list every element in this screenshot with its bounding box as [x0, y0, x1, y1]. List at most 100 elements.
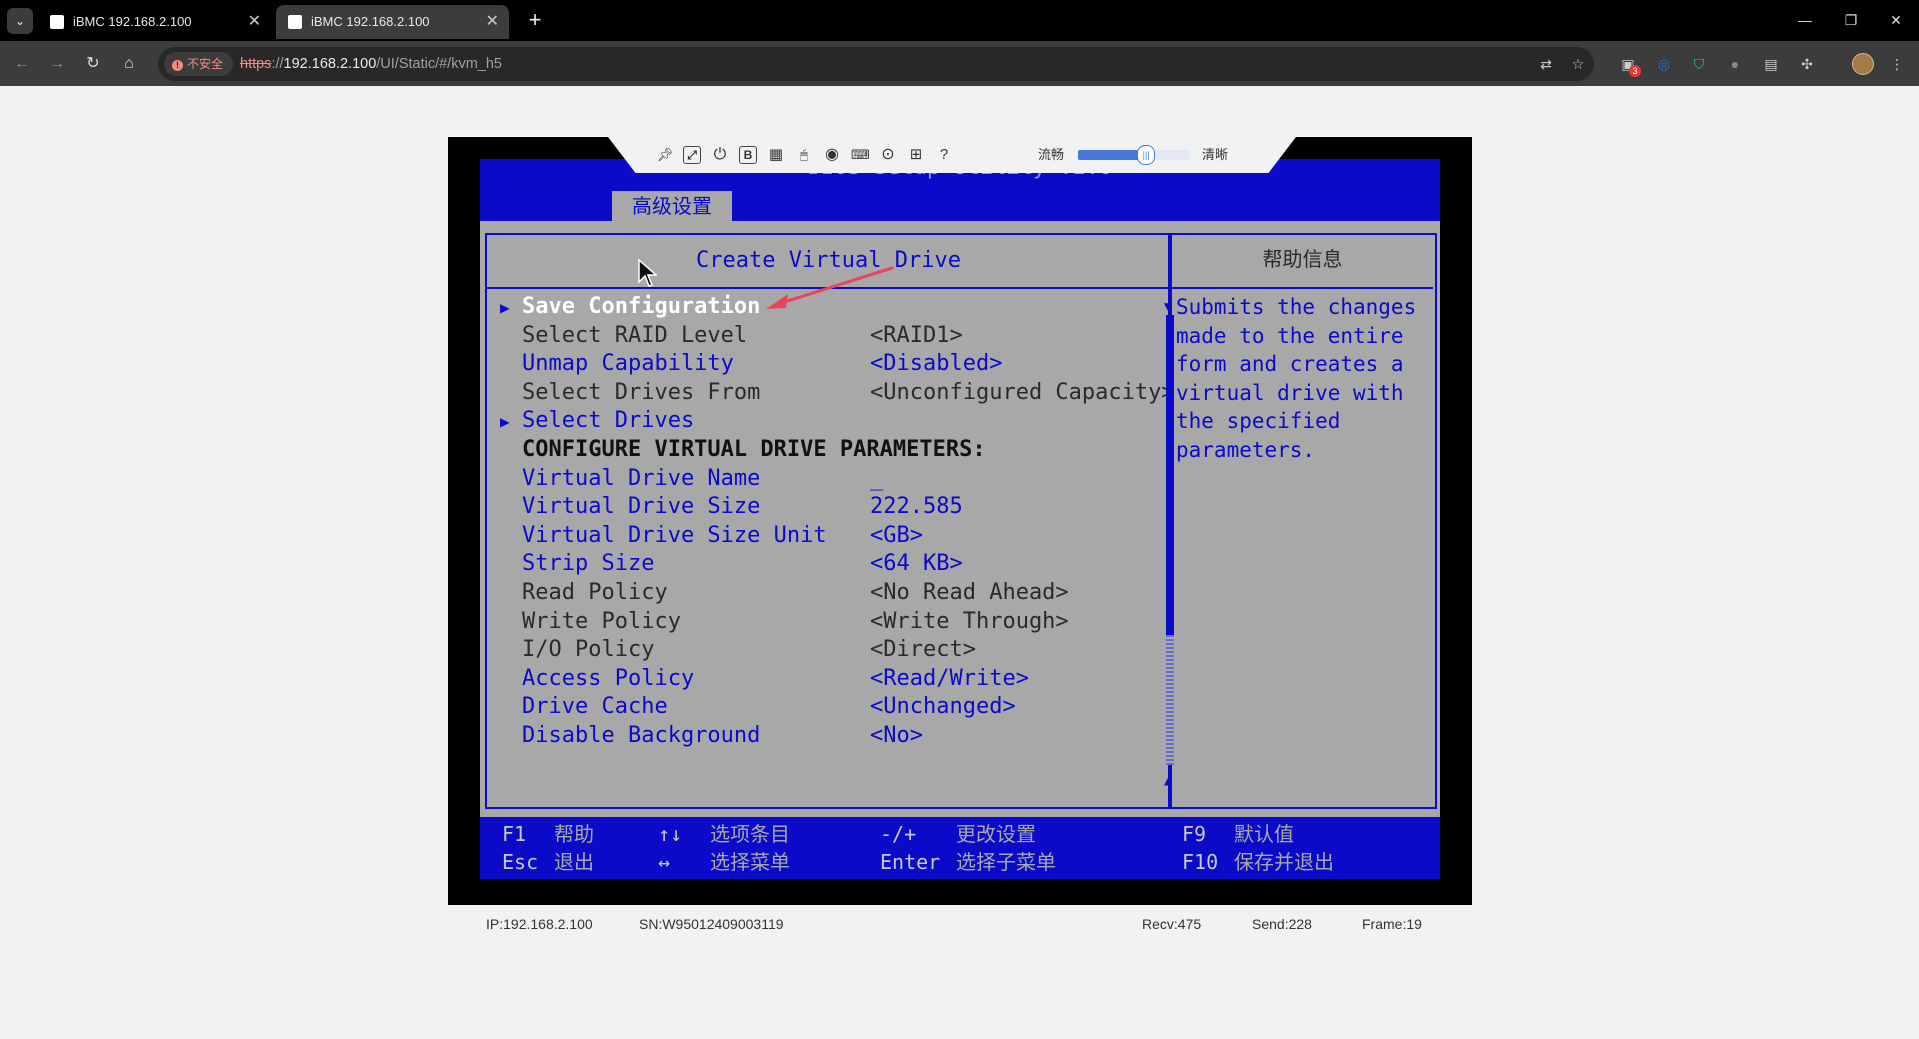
profile-avatar[interactable]: [1852, 53, 1874, 75]
footer-key: F9: [1182, 822, 1207, 846]
page-favicon-icon: [50, 15, 64, 29]
boot-icon[interactable]: B: [739, 146, 757, 164]
status-send: Send:228: [1252, 916, 1312, 932]
address-bar[interactable]: ! 不安全 https://192.168.2.100/UI/Static/#/k…: [158, 47, 1594, 81]
footer-key: ↔: [658, 850, 671, 874]
submenu-arrow-icon: ▶: [500, 298, 510, 317]
bios-help-title: 帮助信息: [1262, 247, 1343, 271]
tab-title: iBMC 192.168.2.100: [73, 14, 192, 29]
disc-icon[interactable]: ◉: [823, 146, 841, 164]
quality-slider[interactable]: |||: [1078, 145, 1190, 165]
footer-key: F10: [1182, 850, 1219, 874]
bios-item-label: I/O Policy: [522, 637, 655, 662]
help-text-line: virtual drive with: [1176, 381, 1404, 405]
status-sn: SN:W95012409003119: [639, 916, 784, 932]
extension-doc-icon[interactable]: ▤: [1762, 55, 1780, 73]
bios-tab-advanced: 高级设置: [612, 191, 732, 221]
home-icon[interactable]: ⌂: [114, 49, 144, 79]
browser-tab-active[interactable]: iBMC 192.168.2.100 ✕: [276, 5, 509, 39]
menu-kebab-icon[interactable]: ⋮: [1888, 55, 1906, 73]
keyboard-macro-icon[interactable]: ⌨︎: [851, 146, 870, 164]
bios-item-label: Write Policy: [522, 609, 681, 634]
bios-footer: F1 帮助 Esc 退出 ↑↓ 选项条目 ↔ 选择菜单 -/+ 更改设置 Ent…: [480, 817, 1440, 879]
footer-desc: 退出: [554, 850, 594, 874]
bios-item-label: Save Configuration: [522, 294, 761, 319]
translate-icon[interactable]: ⇄: [1536, 54, 1556, 74]
url-path: /UI/Static/#/kvm_h5: [376, 56, 502, 72]
bios-item-label: Disable Background: [522, 723, 761, 748]
footer-key: Enter: [880, 850, 941, 874]
virtual-keyboard-icon[interactable]: ⊞: [907, 146, 925, 164]
restore-icon[interactable]: ❐: [1828, 0, 1874, 41]
url-separator: ://: [271, 56, 284, 72]
kvm-status-bar: IP:192.168.2.100 SN:W95012409003119 Recv…: [448, 905, 1472, 943]
bios-item-label: Select Drives: [522, 408, 695, 433]
bios-item-label: Access Policy: [522, 666, 695, 691]
back-icon[interactable]: ←: [7, 49, 37, 79]
forward-icon[interactable]: →: [42, 49, 72, 79]
bios-item-label: Virtual Drive Size Unit: [522, 523, 827, 548]
tab-search-button[interactable]: ⌄: [7, 8, 33, 34]
extension-screen-icon[interactable]: ▣ 3: [1619, 55, 1641, 77]
power-icon[interactable]: ⏻: [711, 146, 729, 164]
annotation-arrow-icon: [766, 266, 894, 309]
bios-item-label: Drive Cache: [522, 694, 668, 719]
security-label: 不安全: [187, 57, 224, 71]
image-icon[interactable]: ▦: [767, 146, 785, 164]
mouse-icon[interactable]: 🖱︎: [795, 146, 813, 164]
close-window-icon[interactable]: ✕: [1873, 0, 1919, 41]
bios-item-value: <No Read Ahead>: [870, 580, 1069, 605]
reload-icon[interactable]: ↻: [78, 49, 108, 79]
footer-desc: 选择子菜单: [956, 850, 1056, 874]
bios-item-label: Virtual Drive Name: [522, 466, 761, 491]
bookmark-star-icon[interactable]: ☆: [1568, 54, 1588, 74]
tab-close-icon[interactable]: ✕: [486, 5, 499, 39]
footer-key: -/+: [880, 822, 917, 846]
bios-item-value: <Write Through>: [870, 609, 1069, 634]
help-text-line: the specified: [1176, 409, 1341, 433]
security-indicator[interactable]: ! 不安全: [164, 52, 234, 76]
bios-item-value: <No>: [870, 723, 923, 748]
extensions-puzzle-icon[interactable]: ✣: [1798, 55, 1816, 73]
bios-screen[interactable]: BIOS Setup Utility V2.0 高级设置 Create Virt…: [480, 155, 1440, 879]
extension-dot-icon[interactable]: ●: [1726, 55, 1744, 73]
bios-scroll-thumb: [1166, 315, 1174, 635]
url-scheme: https: [240, 56, 272, 72]
footer-desc: 选项条目: [710, 822, 790, 846]
fullscreen-icon[interactable]: ⤢: [683, 146, 701, 164]
extension-ring-icon[interactable]: ◎: [1655, 55, 1673, 73]
footer-desc: 默认值: [1234, 822, 1294, 846]
footer-desc: 保存并退出: [1234, 850, 1334, 874]
bios-item-value: _: [870, 466, 884, 491]
slider-fill: [1078, 150, 1146, 160]
page-favicon-icon: [288, 15, 302, 29]
mouse-cursor-icon: [638, 258, 657, 287]
footer-desc: 更改设置: [956, 822, 1036, 846]
bios-item-value: <Unchanged>: [870, 694, 1016, 719]
help-text-line: Submits the changes: [1176, 295, 1417, 319]
bios-item-value: <Read/Write>: [870, 666, 1029, 691]
bios-item-value: <RAID1>: [870, 323, 963, 348]
url-text[interactable]: https://192.168.2.100/UI/Static/#/kvm_h5: [240, 47, 502, 81]
quality-low-label: 流畅: [1038, 147, 1065, 162]
footer-key: Esc: [502, 850, 539, 874]
bios-item-value: <Disabled>: [870, 351, 1003, 376]
help-icon[interactable]: ?: [935, 146, 953, 164]
extension-shield-icon[interactable]: ⛉: [1690, 55, 1708, 73]
record-icon[interactable]: ⊙: [879, 146, 897, 164]
slider-thumb-icon[interactable]: |||: [1137, 145, 1156, 165]
tab-title: iBMC 192.168.2.100: [311, 14, 430, 29]
help-text-line: made to the entire: [1176, 324, 1404, 348]
bios-item-label: Unmap Capability: [522, 351, 734, 376]
kvm-viewer[interactable]: BIOS Setup Utility V2.0 高级设置 Create Virt…: [448, 137, 1472, 905]
bios-item-value: <GB>: [870, 523, 923, 548]
pin-icon[interactable]: 📌︎: [656, 146, 674, 164]
bios-item-value: <64 KB>: [870, 551, 963, 576]
browser-tab[interactable]: iBMC 192.168.2.100 ✕: [38, 5, 271, 39]
bios-item-label: Select Drives From: [522, 380, 761, 405]
bios-item-label: Strip Size: [522, 551, 655, 576]
tab-close-icon[interactable]: ✕: [248, 5, 261, 39]
minimize-icon[interactable]: —: [1782, 0, 1828, 41]
bios-item-value: 222.585: [870, 494, 963, 519]
new-tab-button[interactable]: +: [520, 5, 550, 35]
